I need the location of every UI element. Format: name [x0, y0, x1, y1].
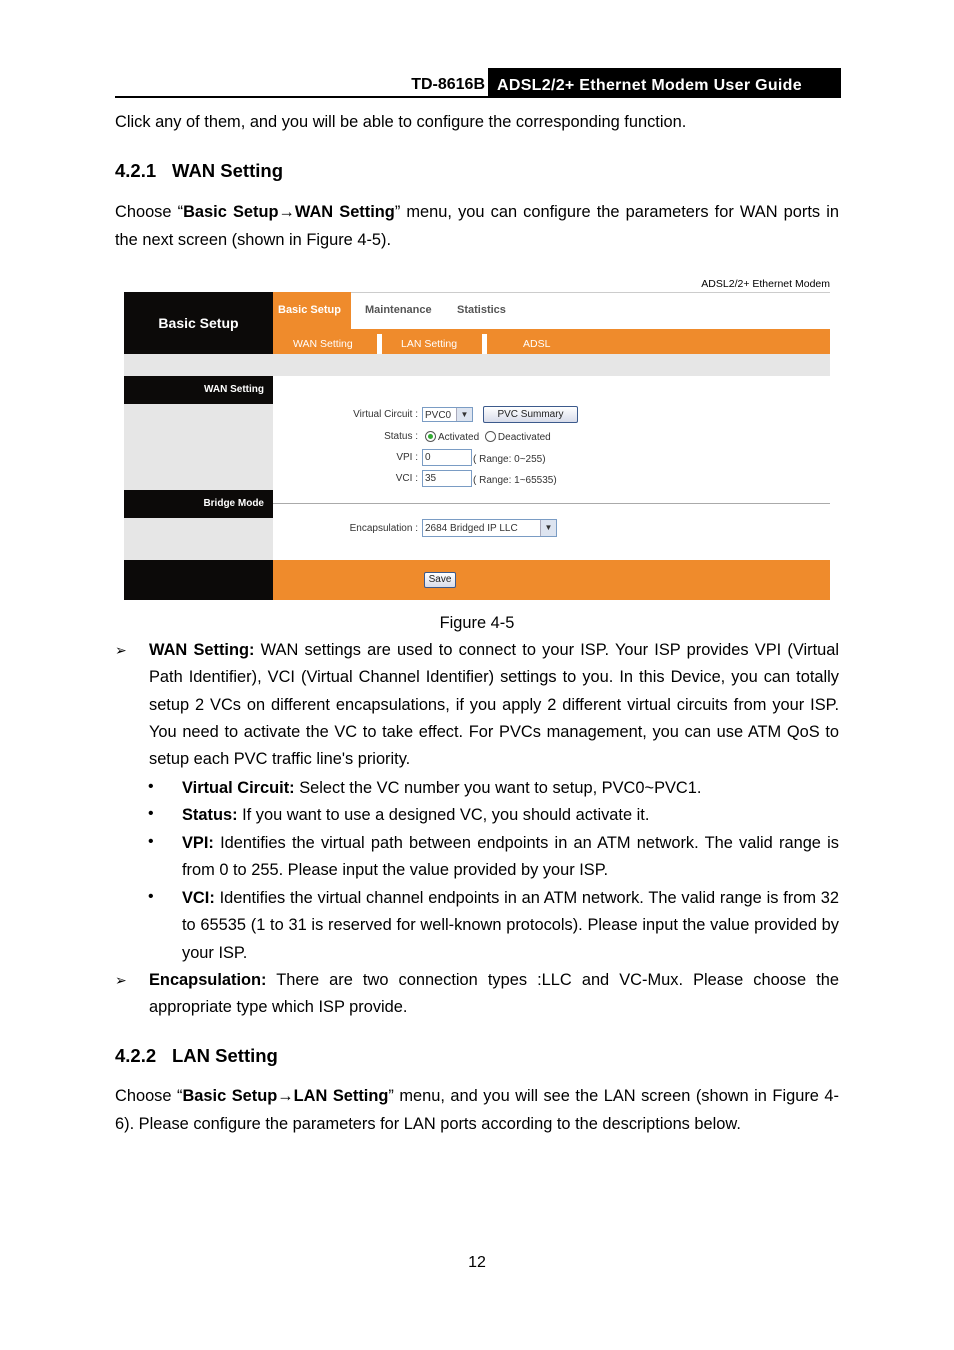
encapsulation-select[interactable]: 2684 Bridged IP LLC ▼	[422, 519, 557, 537]
wan-intro-paragraph: Choose “Basic Setup→WAN Setting” menu, y…	[115, 198, 839, 254]
text: WAN settings are used to connect to your…	[149, 641, 840, 769]
section-number: 4.2.2	[115, 1045, 157, 1066]
intro-text: Click any of them, and you will be able …	[115, 113, 687, 131]
separator	[482, 334, 487, 354]
bold-text: VCI:	[182, 889, 215, 907]
header-title: ADSL2/2+ Ethernet Modem User Guide	[488, 68, 841, 97]
bold-text: VPI:	[182, 834, 214, 852]
header-rule	[115, 96, 841, 98]
status-radio-group: Activated Deactivated	[425, 431, 551, 443]
text: Identifies the virtual path between endp…	[182, 834, 839, 880]
vci-input[interactable]: 35	[422, 470, 472, 487]
status-label: Status :	[384, 431, 418, 442]
chevron-down-icon: ▼	[540, 520, 556, 536]
footer-bar	[273, 560, 830, 600]
radio-activated[interactable]	[425, 431, 436, 442]
section-heading-lan: 4.2.2 LAN Setting	[115, 1045, 278, 1067]
chevron-down-icon: ▼	[456, 408, 472, 421]
bullet-wan-setting: WAN Setting: WAN settings are used to co…	[149, 637, 839, 773]
gray-band	[124, 354, 830, 376]
vpi-label: VPI :	[396, 452, 418, 463]
bold-text: Status:	[182, 806, 238, 824]
divider	[273, 503, 830, 504]
section-number: 4.2.1	[115, 160, 157, 181]
header-model: TD-8616B	[411, 76, 485, 93]
subtab-bar	[273, 329, 830, 354]
sidebar-bridge-mode: Bridge Mode	[124, 490, 273, 518]
tab-maintenance[interactable]: Maintenance	[365, 304, 432, 316]
arrow-bullet-icon: ➢	[115, 972, 127, 988]
subbullet-status: Status: If you want to use a designed VC…	[182, 802, 839, 829]
arrow-bullet-icon: ➢	[115, 642, 127, 658]
router-screenshot: ADSL2/2+ Ethernet Modem Basic Setup Basi…	[124, 272, 830, 600]
section-heading-wan: 4.2.1 WAN Setting	[115, 160, 283, 182]
vc-value: PVC0	[425, 410, 452, 421]
vci-range: ( Range: 1~65535)	[473, 475, 557, 486]
document-page: TD-8616B ADSL2/2+ Ethernet Modem User Gu…	[0, 0, 954, 1350]
vpi-input[interactable]: 0	[422, 449, 472, 466]
text: Choose “	[115, 1087, 183, 1105]
bold-text: WAN Setting:	[149, 641, 255, 659]
bold-text: WAN Setting	[294, 203, 395, 221]
section-title: LAN Setting	[172, 1045, 278, 1066]
text: Identifies the virtual channel endpoints…	[182, 889, 839, 962]
vpi-range: ( Range: 0~255)	[473, 454, 546, 465]
sidebar-wan-setting: WAN Setting	[124, 376, 273, 404]
section-label: Basic Setup	[124, 292, 273, 354]
bold-text: LAN Setting	[293, 1087, 389, 1105]
subtab-wan-setting[interactable]: WAN Setting	[293, 338, 353, 350]
subbullet-vpi: VPI: Identifies the virtual path between…	[182, 830, 839, 885]
tab-basic-setup[interactable]: Basic Setup	[278, 304, 341, 316]
encapsulation-value: 2684 Bridged IP LLC	[425, 523, 518, 534]
bullet-dot-icon: •	[148, 888, 154, 905]
bullet-encapsulation: Encapsulation: There are two connection …	[149, 967, 839, 1022]
text: Choose “	[115, 203, 184, 221]
page-number: 12	[468, 1254, 486, 1271]
text: If you want to use a designed VC, you sh…	[237, 806, 650, 824]
vc-select[interactable]: PVC0 ▼	[422, 407, 473, 422]
bold-text: Basic Setup	[182, 1087, 278, 1105]
arrow-glyph: →	[278, 203, 295, 221]
footer-black	[124, 560, 273, 600]
encapsulation-label: Encapsulation :	[349, 523, 418, 534]
vc-label: Virtual Circuit :	[353, 409, 418, 420]
vci-label: VCI :	[395, 473, 418, 484]
separator	[377, 334, 382, 354]
section-title: WAN Setting	[172, 160, 283, 181]
brand-text: ADSL2/2+ Ethernet Modem	[701, 278, 830, 290]
brand-bar: ADSL2/2+ Ethernet Modem	[124, 272, 830, 293]
bold-text: Encapsulation:	[149, 971, 267, 989]
radio-label: Activated	[438, 432, 480, 443]
subbullet-vci: VCI: Identifies the virtual channel endp…	[182, 885, 839, 967]
bold-text: Basic Setup	[183, 203, 279, 221]
subbullet-virtual-circuit: Virtual Circuit: Select the VC number yo…	[182, 775, 839, 802]
figure-caption: Figure 4-5	[439, 614, 515, 632]
radio-label: Deactivated	[497, 432, 551, 443]
bullet-dot-icon: •	[148, 833, 154, 850]
lan-intro-paragraph: Choose “Basic Setup→LAN Setting” menu, a…	[115, 1082, 839, 1138]
subtab-adsl[interactable]: ADSL	[523, 338, 550, 350]
pvc-summary-button[interactable]: PVC Summary	[483, 406, 578, 423]
bullet-dot-icon: •	[148, 778, 154, 795]
text: Select the VC number you want to setup, …	[294, 779, 702, 797]
radio-deactivated[interactable]	[484, 431, 496, 442]
bold-text: Virtual Circuit:	[182, 779, 295, 797]
bullet-dot-icon: •	[148, 805, 154, 822]
arrow-glyph: →	[277, 1087, 294, 1105]
save-button[interactable]: Save	[424, 572, 456, 588]
subtab-lan-setting[interactable]: LAN Setting	[401, 338, 457, 350]
tab-statistics[interactable]: Statistics	[457, 304, 506, 316]
